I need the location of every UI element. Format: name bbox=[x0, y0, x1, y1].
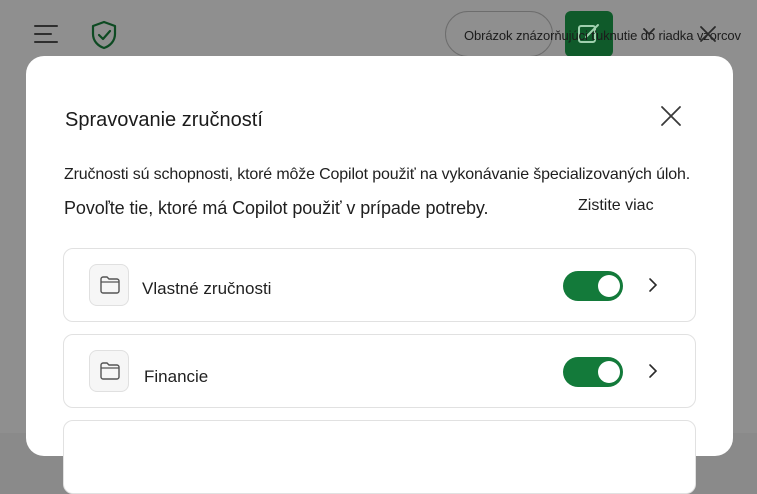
skill-card-partial[interactable] bbox=[63, 420, 696, 494]
dialog-description: Zručnosti sú schopnosti, ktoré môže Copi… bbox=[64, 166, 691, 183]
skill-label: Financie bbox=[144, 367, 209, 386]
chevron-right-icon[interactable] bbox=[648, 277, 658, 293]
skill-toggle-custom[interactable] bbox=[563, 271, 623, 301]
close-button[interactable] bbox=[656, 101, 686, 131]
shield-check-icon bbox=[90, 20, 118, 50]
skill-card-finance[interactable]: Financie bbox=[63, 334, 696, 408]
top-close-icon[interactable] bbox=[698, 24, 718, 44]
skill-card-custom[interactable]: Vlastné zručnosti bbox=[63, 248, 696, 322]
toggle-knob bbox=[598, 275, 620, 297]
folder-icon bbox=[89, 350, 129, 392]
close-icon bbox=[661, 106, 681, 126]
learn-more-link[interactable]: Zistite viac bbox=[578, 197, 654, 215]
dialog-title: Spravovanie zručností bbox=[65, 109, 263, 131]
toggle-knob bbox=[598, 361, 620, 383]
manage-skills-dialog: Spravovanie zručností Zručnosti sú schop… bbox=[26, 56, 733, 494]
folder-icon bbox=[89, 264, 129, 306]
dialog-instruction: Povoľte tie, ktoré má Copilot použiť v p… bbox=[64, 198, 489, 218]
chevron-right-icon[interactable] bbox=[648, 363, 658, 379]
skill-toggle-finance[interactable] bbox=[563, 357, 623, 387]
hamburger-menu-icon[interactable] bbox=[34, 25, 60, 43]
chevron-down-icon[interactable] bbox=[642, 27, 656, 37]
skill-label: Vlastné zručnosti bbox=[142, 279, 272, 298]
top-bar: Obrázok znázorňujúci ťuknutie do riadka … bbox=[0, 0, 757, 60]
